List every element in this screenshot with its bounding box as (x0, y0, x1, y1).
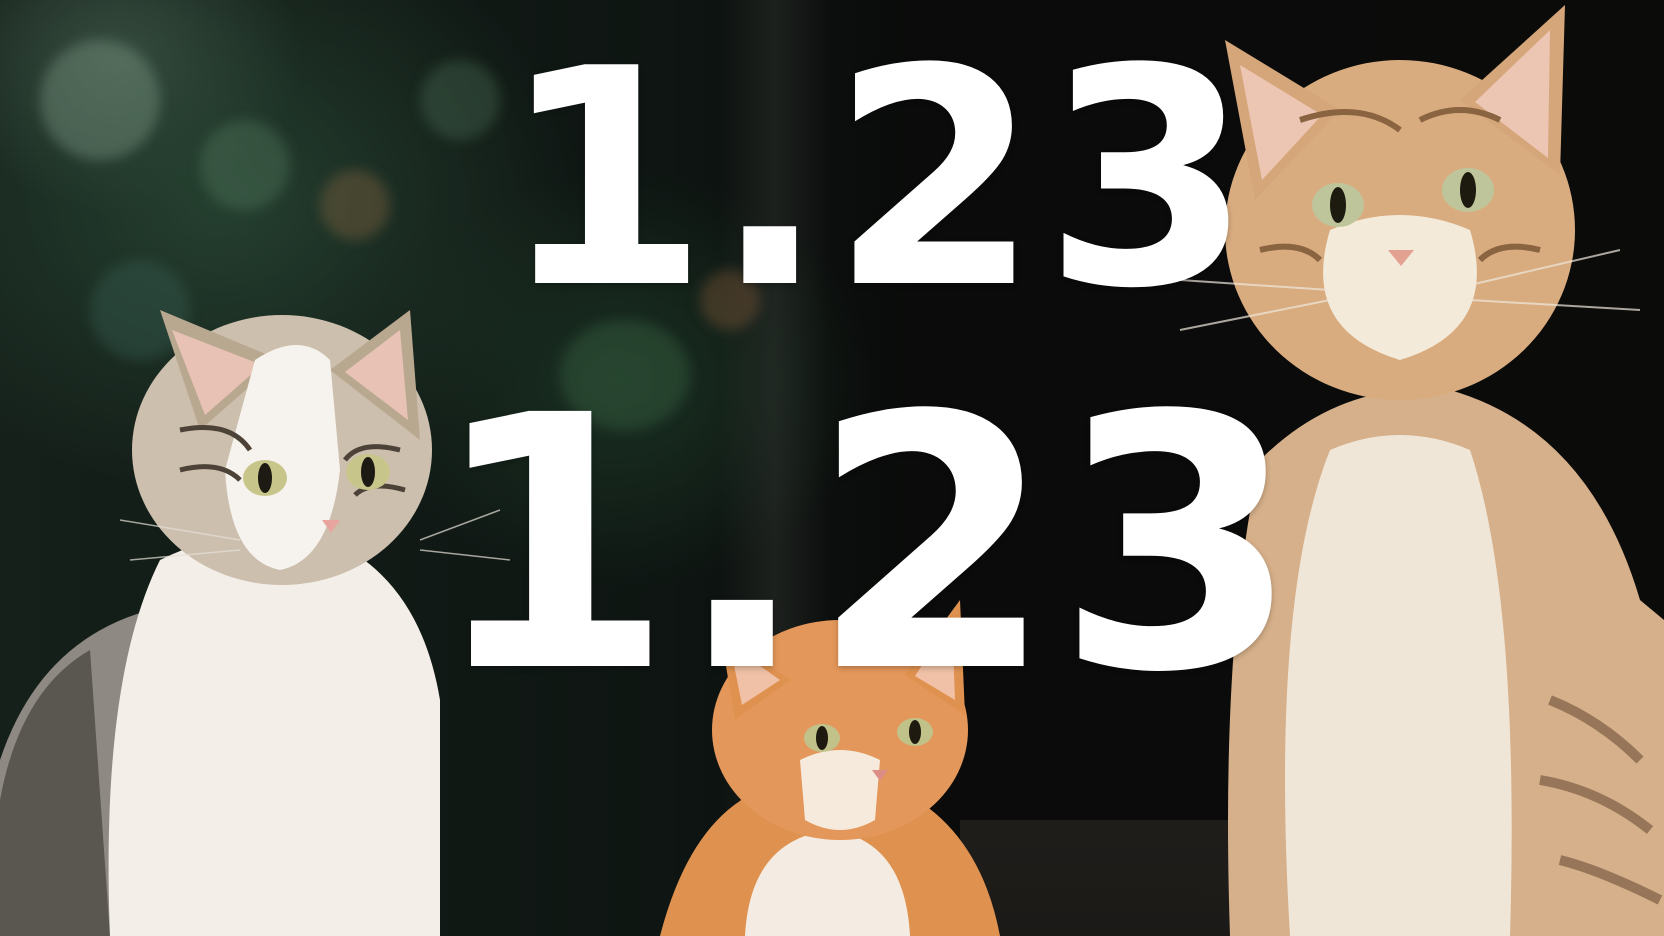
overlay-number-bottom: 1.23 (430, 341, 1302, 749)
photo-scene: 1.23 1.23 (0, 0, 1664, 936)
overlay-number-top: 1.23 (500, 5, 1257, 354)
